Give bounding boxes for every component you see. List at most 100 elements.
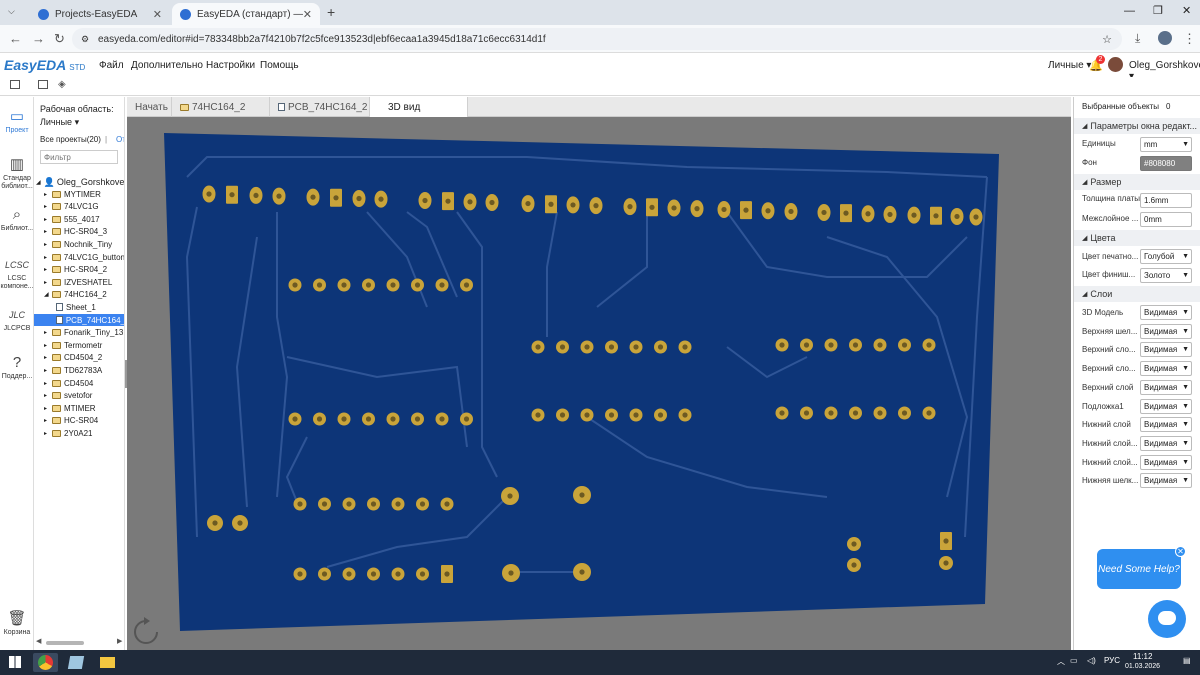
pcb-3d-render[interactable]	[127, 117, 1071, 650]
scroll-right-icon[interactable]: ▶	[117, 637, 122, 645]
close-tab-icon[interactable]: ✕	[303, 8, 312, 21]
reload-icon[interactable]: ↻	[54, 31, 65, 47]
workspace-dropdown[interactable]: Личные ▾	[40, 117, 79, 128]
browser-tab-projects[interactable]: Projects-EasyEDA ✕	[30, 3, 170, 25]
interlayer-input[interactable]: 0mm	[1140, 212, 1192, 227]
language-indicator[interactable]: РУС	[1104, 656, 1120, 665]
close-window-icon[interactable]: ✕	[1182, 4, 1191, 17]
easyeda-logo[interactable]: EasyEDA STD	[4, 57, 85, 73]
expand-arrow-icon[interactable]: ▸	[44, 228, 49, 235]
tree-folder-item[interactable]: ▸ TD62783A	[34, 364, 124, 376]
expand-arrow-icon[interactable]: ▸	[44, 241, 49, 248]
app-taskbar-icon[interactable]	[64, 653, 89, 672]
tree-folder-item[interactable]: ◢ 74HC164_2	[34, 289, 124, 301]
tree-folder-item[interactable]: ▸ HC-SR04_3	[34, 226, 124, 238]
tree-folder-item[interactable]: ▸ 555_4017	[34, 213, 124, 225]
tree-folder-item[interactable]: ▸ 74LVC1G	[34, 201, 124, 213]
menu-help[interactable]: Помощь	[260, 60, 299, 71]
image-export-icon[interactable]	[38, 80, 48, 89]
clock-date[interactable]: 01.03.2026	[1125, 663, 1160, 670]
layer-visibility-select[interactable]: Видимая ▼	[1140, 379, 1192, 395]
expand-arrow-icon[interactable]: ▸	[44, 380, 49, 387]
layer-visibility-select[interactable]: Видимая ▼	[1140, 323, 1192, 339]
layers-icon[interactable]: ◈	[58, 79, 66, 90]
layer-visibility-select[interactable]: Видимая ▼	[1140, 417, 1192, 433]
tree-folder-item[interactable]: ▸ IZVESHATEL	[34, 276, 124, 288]
user-avatar[interactable]	[1108, 57, 1123, 72]
network-icon[interactable]: ▭	[1070, 656, 1078, 665]
layer-visibility-select[interactable]: Видимая ▼	[1140, 305, 1192, 320]
other-projects-link[interactable]: От	[116, 135, 124, 144]
tree-folder-item[interactable]: ▸ 2Y0A21	[34, 427, 124, 439]
tree-folder-item[interactable]: ▸ Nochnik_Tiny	[34, 238, 124, 250]
tab-list-chevron-icon[interactable]: ⌵	[8, 6, 15, 17]
url-field[interactable]: ⚙ easyeda.com/editor#id=783348bb2a7f4210…	[72, 28, 1122, 50]
windows-start-icon[interactable]	[9, 656, 21, 668]
tab-pcb[interactable]: PCB_74HC164_2	[270, 97, 370, 117]
tab-schematic[interactable]: 74HC164_2	[172, 97, 270, 117]
rotate-view-icon[interactable]	[134, 617, 158, 644]
tab-3d-view[interactable]: 3D вид	[370, 97, 468, 117]
filter-input[interactable]	[40, 150, 118, 164]
browser-menu-icon[interactable]: ⋮	[1183, 31, 1196, 47]
bookmark-star-icon[interactable]: ☆	[1102, 33, 1112, 46]
tree-folder-item[interactable]: ▸ Fonarik_Tiny_13	[34, 327, 124, 339]
need-help-bubble[interactable]: Need Some Help?	[1097, 549, 1181, 589]
rail-trash-button[interactable]: 🗑 Корзина	[0, 611, 34, 637]
expand-arrow-icon[interactable]: ▸	[44, 354, 49, 361]
workspace-mode-dropdown[interactable]: Личные ▾	[1048, 60, 1091, 71]
rail-lcsc-button[interactable]: LCSC LCSC компоне...	[0, 257, 34, 291]
scroll-left-icon[interactable]: ◀	[36, 637, 41, 645]
layer-visibility-select[interactable]: Видимая ▼	[1140, 342, 1192, 358]
bg-color-field[interactable]: #808080	[1140, 156, 1192, 171]
expand-arrow-icon[interactable]: ▸	[44, 367, 49, 374]
tree-doc-item[interactable]: Sheet_1	[34, 301, 124, 313]
rail-standard-library-button[interactable]: ▥ Стандар библиот...	[0, 157, 34, 191]
expand-arrow-icon[interactable]: ▸	[44, 329, 49, 336]
explorer-taskbar-icon[interactable]	[95, 653, 120, 672]
layer-visibility-select[interactable]: Видимая ▼	[1140, 361, 1192, 377]
rail-jlcpcb-button[interactable]: JLC JLCPCB	[0, 307, 34, 333]
rail-support-button[interactable]: ? Поддер...	[0, 355, 34, 381]
layer-visibility-select[interactable]: Видимая ▼	[1140, 398, 1192, 414]
tree-folder-item[interactable]: ▸ CD4504_2	[34, 352, 124, 364]
expand-arrow-icon[interactable]: ▸	[44, 405, 49, 412]
restore-icon[interactable]: ❐	[1153, 4, 1163, 17]
layer-visibility-select[interactable]: Видимая ▼	[1140, 435, 1192, 451]
menu-file[interactable]: Файл	[99, 60, 124, 71]
menu-advanced[interactable]: Дополнительно	[131, 60, 203, 71]
tray-arrow-icon[interactable]: ︿	[1057, 656, 1065, 667]
units-select[interactable]: mm ▼	[1140, 137, 1192, 152]
chat-launcher-icon[interactable]	[1148, 600, 1186, 638]
rail-library-button[interactable]: ⌕ Библиот...	[0, 207, 34, 233]
expand-arrow-icon[interactable]: ▸	[44, 203, 49, 210]
notifications-icon[interactable]: ▤	[1183, 656, 1191, 665]
chrome-taskbar-icon[interactable]	[33, 653, 58, 672]
close-tab-icon[interactable]: ✕	[153, 8, 162, 21]
tree-root[interactable]: ◢ 👤 Oleg_Gorshkove	[34, 176, 124, 188]
3d-view-canvas[interactable]	[127, 117, 1071, 650]
tree-scrollbar[interactable]	[46, 641, 84, 645]
tab-start[interactable]: Начать	[127, 97, 172, 117]
expand-arrow-icon[interactable]: ▸	[44, 191, 49, 198]
volume-icon[interactable]: ◁)	[1087, 656, 1096, 665]
expand-arrow-icon[interactable]: ▸	[44, 342, 49, 349]
section-layers[interactable]: ◢ Слои	[1074, 286, 1200, 302]
profile-avatar[interactable]	[1158, 31, 1172, 45]
layer-visibility-select[interactable]: Видимая ▼	[1140, 454, 1192, 470]
new-tab-icon[interactable]: +	[327, 4, 335, 20]
section-colors[interactable]: ◢ Цвета	[1074, 230, 1200, 246]
tree-folder-item[interactable]: ▸ HC-SR04	[34, 415, 124, 427]
site-info-icon[interactable]: ⚙	[81, 34, 89, 45]
thickness-input[interactable]: 1.6mm	[1140, 193, 1192, 208]
expand-arrow-icon[interactable]: ◢	[44, 291, 49, 298]
tree-doc-item[interactable]: PCB_74HC164_	[34, 314, 124, 326]
tree-folder-item[interactable]: ▸ HC-SR04_2	[34, 264, 124, 276]
rail-project-button[interactable]: ▭ Проект	[0, 109, 34, 135]
tree-folder-item[interactable]: ▸ CD4504	[34, 377, 124, 389]
expand-arrow-icon[interactable]: ▸	[44, 254, 49, 261]
finish-color-select[interactable]: Золото ▼	[1140, 268, 1192, 283]
expand-arrow-icon[interactable]: ▸	[44, 216, 49, 223]
tree-folder-item[interactable]: ▸ MYTIMER	[34, 188, 124, 200]
tree-folder-item[interactable]: ▸ Termometr	[34, 339, 124, 351]
